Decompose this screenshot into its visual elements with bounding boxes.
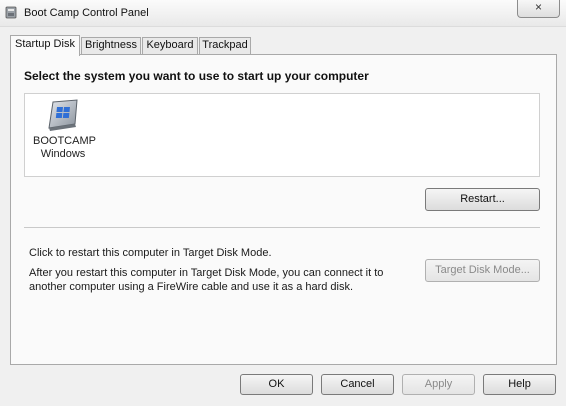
boot-camp-window: Boot Camp Control Panel × Startup Disk B…	[0, 0, 566, 406]
ok-button[interactable]: OK	[240, 374, 313, 395]
target-disk-description: After you restart this computer in Targe…	[29, 267, 384, 293]
restart-button[interactable]: Restart...	[425, 188, 540, 211]
tab-trackpad[interactable]: Trackpad	[199, 37, 251, 54]
startup-heading: Select the system you want to use to sta…	[24, 69, 369, 83]
startup-disk-panel: Select the system you want to use to sta…	[10, 54, 557, 365]
tab-brightness[interactable]: Brightness	[81, 37, 141, 54]
cancel-button[interactable]: Cancel	[321, 374, 394, 395]
title-bar[interactable]: Boot Camp Control Panel ×	[0, 0, 566, 27]
close-button[interactable]: ×	[517, 0, 560, 18]
apply-button[interactable]: Apply	[402, 374, 475, 395]
disk-name: BOOTCAMP	[33, 135, 96, 147]
close-icon: ×	[534, 0, 542, 14]
tab-keyboard[interactable]: Keyboard	[142, 37, 198, 54]
help-button[interactable]: Help	[483, 374, 556, 395]
boot-camp-app-icon	[5, 5, 17, 19]
target-disk-mode-button[interactable]: Target Disk Mode...	[425, 259, 540, 282]
startup-disk-list[interactable]: BOOTCAMP Windows	[24, 93, 540, 177]
windows-disk-icon	[45, 98, 81, 132]
window-title: Boot Camp Control Panel	[24, 7, 149, 19]
target-disk-hint: Click to restart this computer in Target…	[29, 247, 272, 259]
section-divider	[24, 227, 540, 228]
disk-item-bootcamp[interactable]: BOOTCAMP Windows	[33, 98, 96, 161]
tab-startup-disk[interactable]: Startup Disk	[10, 35, 80, 56]
disk-os: Windows	[40, 148, 86, 160]
